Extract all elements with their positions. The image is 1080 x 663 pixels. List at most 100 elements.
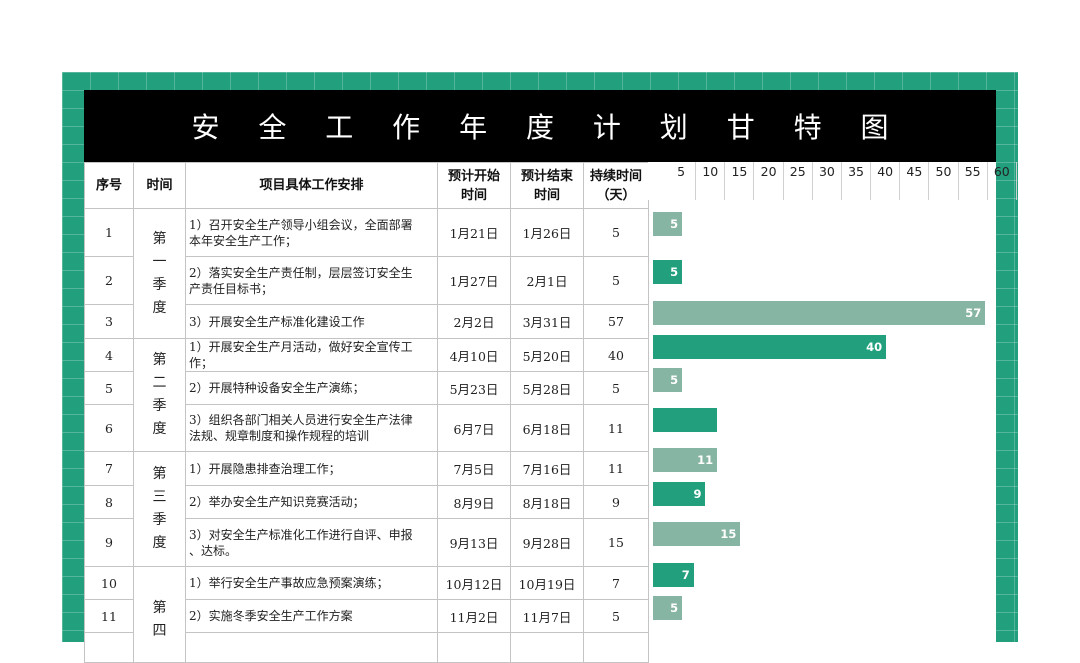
end-cell: 2月1日 — [510, 256, 584, 305]
quarter-char: 四 — [152, 623, 167, 639]
task-line: 法规、规章制度和操作规程的培训 — [189, 429, 370, 443]
gantt-bar: 40 — [653, 334, 887, 359]
start-cell: 7月5日 — [437, 451, 511, 486]
seq-cell: 5 — [84, 371, 134, 405]
task-line: 1）举行安全生产事故应急预案演练； — [189, 576, 389, 590]
bar-value-label: 5 — [670, 372, 679, 387]
table-row: 1 第一季度 1）召开安全生产领导小组会议，全面部署 本年安全生产工作； 1月21… — [84, 208, 649, 339]
bar-value-label: 5 — [670, 217, 679, 231]
seq-cell: 1 — [84, 208, 134, 257]
bar-value-label: 9 — [693, 486, 702, 501]
task-line: 2）落实安全生产责任制，层层签订安全生 — [189, 265, 413, 280]
quarter-char: 第 — [152, 352, 167, 368]
table-row: 7 第三季度 1）开展隐患排查治理工作； 7月5日 7月16日 11 — [84, 451, 649, 567]
start-cell: 4月10日 — [437, 338, 511, 372]
header-duration-line1: 持续时间 — [589, 168, 642, 184]
task-line: 1）开展安全生产月活动，做好安全宣传工 — [189, 340, 413, 354]
task-cell: 3）组织各部门相关人员进行安全生产法律 法规、规章制度和操作规程的培训 — [185, 404, 438, 452]
days-cell: 9 — [583, 485, 649, 519]
x-tick-label: 55 — [964, 164, 981, 179]
bar-value-label: 7 — [681, 567, 690, 582]
quarter-char: 第 — [152, 230, 167, 247]
seq-cell: 6 — [84, 404, 134, 452]
task-cell: 2）实施冬季安全生产工作方案 — [185, 599, 438, 633]
gantt-bar: 5 — [653, 367, 683, 392]
seq-cell: 9 — [84, 518, 134, 567]
end-cell: 7月16日 — [510, 451, 584, 486]
start-cell: 11月2日 — [437, 599, 511, 633]
header-end-line1: 预计结束 — [520, 168, 573, 184]
header-end: 预计结束 时间 — [510, 162, 584, 209]
end-cell: 3月31日 — [510, 304, 584, 339]
seq-cell: 10 — [84, 566, 134, 600]
task-cell: 1）开展隐患排查治理工作； — [185, 451, 438, 486]
task-line: 产责任目标书； — [189, 281, 274, 296]
header-duration: 持续时间 （天） — [583, 162, 649, 209]
task-cell: 2）举办安全生产知识竞赛活动； — [185, 485, 438, 519]
days-cell: 5 — [583, 208, 649, 257]
gantt-bar — [653, 407, 718, 432]
gantt-bar: 5 — [653, 595, 683, 620]
bar-value-label: 40 — [866, 339, 883, 354]
task-cell: 1）开展安全生产月活动，做好安全宣传工 作； — [185, 338, 438, 372]
end-cell: 6月18日 — [510, 404, 584, 452]
gantt-bar: 11 — [653, 448, 718, 472]
axis-gridline — [811, 162, 813, 200]
axis-gridline — [899, 162, 901, 200]
header-time: 时间 — [133, 162, 186, 209]
end-cell: 5月20日 — [510, 338, 584, 372]
quarter-char: 二 — [152, 375, 167, 391]
task-line: 3）开展安全生产标准化建设工作 — [189, 314, 365, 329]
quarter-char: 一 — [152, 253, 167, 270]
axis-gridline — [840, 162, 842, 200]
schedule-table-wrap: 序号 时间 项目具体工作安排 预计开始 时间 预计结束 时间 持续时间 （天） 1 第… — [84, 162, 649, 663]
seq-cell — [84, 632, 134, 663]
gantt-bar: 9 — [653, 481, 706, 506]
x-tick-label: 10 — [702, 164, 719, 179]
start-cell — [437, 632, 511, 663]
end-cell: 8月18日 — [510, 485, 584, 519]
x-tick-label: 5 — [677, 164, 686, 179]
gantt-bar: 57 — [653, 301, 986, 325]
task-line: 2）举办安全生产知识竞赛活动； — [189, 495, 365, 509]
schedule-table: 序号 时间 项目具体工作安排 预计开始 时间 预计结束 时间 持续时间 （天） 1 第… — [84, 162, 649, 663]
header-start-line1: 预计开始 — [447, 168, 500, 184]
start-cell: 1月21日 — [437, 208, 511, 257]
task-cell — [185, 632, 438, 663]
quarter-cell-4: 第四 — [133, 566, 186, 663]
x-tick-label: 60 — [993, 164, 1010, 179]
task-cell: 3）开展安全生产标准化建设工作 — [185, 304, 438, 339]
quarter-char: 度 — [152, 299, 167, 316]
x-tick-label: 25 — [789, 164, 806, 179]
header-duration-line2: （天） — [596, 187, 636, 203]
x-tick-label: 15 — [731, 164, 748, 179]
axis-gridline — [986, 162, 988, 200]
quarter-char: 季 — [152, 512, 167, 528]
task-line: 2）实施冬季安全生产工作方案 — [189, 609, 353, 623]
chart-title: 安 全 工 作 年 度 计 划 甘 特 图 — [84, 90, 996, 162]
quarter-cell-1: 第一季度 — [133, 208, 186, 339]
end-cell: 1月26日 — [510, 208, 584, 257]
days-cell: 11 — [583, 404, 649, 452]
axis-gridline — [782, 162, 784, 200]
header-start: 预计开始 时间 — [437, 162, 511, 209]
quarter-cell-2: 第二季度 — [133, 338, 186, 452]
start-cell: 8月9日 — [437, 485, 511, 519]
task-line: 3）组织各部门相关人员进行安全生产法律 — [189, 413, 413, 427]
task-cell: 1）举行安全生产事故应急预案演练； — [185, 566, 438, 600]
days-cell: 7 — [583, 566, 649, 600]
gantt-bar: 15 — [653, 522, 741, 546]
quarter-char: 三 — [152, 489, 167, 505]
axis-gridline — [724, 162, 726, 200]
days-cell: 5 — [583, 599, 649, 633]
header-start-line2: 时间 — [460, 187, 487, 203]
bar-value-label: 11 — [697, 453, 714, 467]
seq-cell: 8 — [84, 485, 134, 519]
start-cell: 5月23日 — [437, 371, 511, 405]
x-tick-label: 50 — [935, 164, 952, 179]
bar-value-label: 5 — [670, 600, 679, 615]
bar-value-label: 15 — [720, 527, 737, 541]
quarter-char: 季 — [152, 398, 167, 414]
bar-value-label: 57 — [965, 306, 982, 320]
task-line: 3）对安全生产标准化工作进行自评、申报 — [189, 527, 413, 542]
